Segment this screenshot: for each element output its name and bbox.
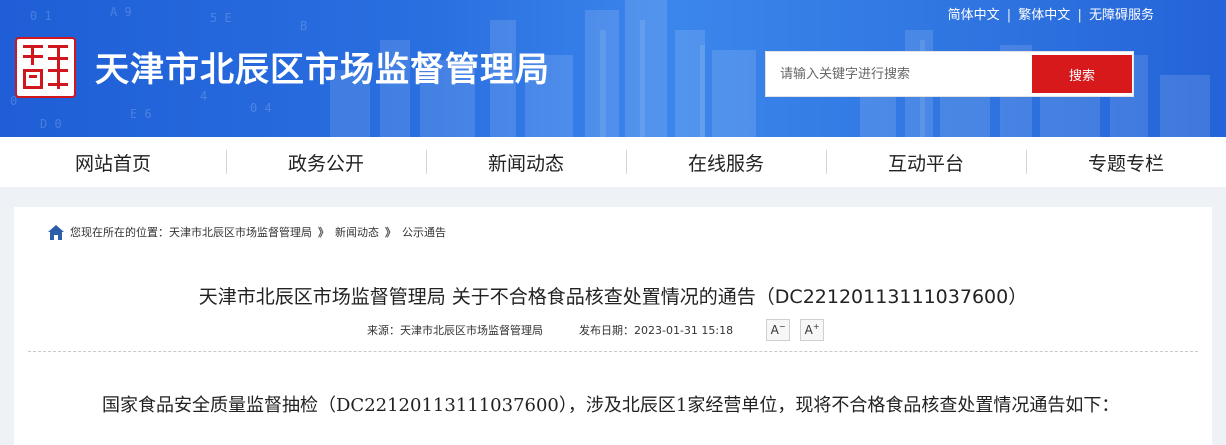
article-card: 您现在所在的位置： 天津市北辰区市场监督管理局 》 新闻动态 》 公示通告 天津… (14, 207, 1212, 445)
svg-text:0 1: 0 1 (30, 9, 52, 23)
font-increase-button[interactable]: A + (800, 319, 825, 341)
svg-text:4: 4 (200, 89, 207, 103)
divider (28, 351, 1198, 352)
lang-simplified-link[interactable]: 简体中文 (948, 8, 1000, 23)
date-value: 2023-01-31 15:18 (634, 323, 734, 337)
svg-text:D 0: D 0 (40, 117, 62, 131)
main-nav: 网站首页 政务公开 新闻动态 在线服务 互动平台 专题专栏 (0, 137, 1226, 187)
site-logo[interactable] (15, 37, 76, 98)
breadcrumb-separator: 》 (385, 226, 396, 239)
svg-text:5 E: 5 E (210, 11, 232, 25)
svg-text:E 6: E 6 (130, 107, 152, 121)
nav-item-online-services[interactable]: 在线服务 (626, 137, 826, 187)
search-box: 搜索 (765, 51, 1134, 97)
article-title: 天津市北辰区市场监督管理局 关于不合格食品核查处置情况的通告（DC2212011… (198, 286, 1028, 308)
site-title[interactable]: 天津市北辰区市场监督管理局 (95, 42, 550, 91)
svg-text:A 9: A 9 (110, 5, 132, 19)
breadcrumb-prefix: 您现在所在的位置： (70, 226, 169, 239)
article-meta: 来源： 天津市北辰区市场监督管理局 发布日期： 2023-01-31 15:18… (367, 319, 825, 341)
lang-separator: | (1006, 8, 1012, 23)
language-links: 简体中文 | 繁体中文 | 无障碍服务 (948, 4, 1154, 23)
lang-traditional-link[interactable]: 繁体中文 (1018, 8, 1070, 23)
breadcrumb: 您现在所在的位置： 天津市北辰区市场监督管理局 》 新闻动态 》 公示通告 (47, 223, 446, 241)
breadcrumb-item-home[interactable]: 天津市北辰区市场监督管理局 (169, 224, 312, 240)
svg-text:0 4: 0 4 (250, 101, 272, 115)
date-label: 发布日期： (579, 324, 634, 337)
svg-text:B: B (300, 19, 307, 33)
nav-item-government-affairs[interactable]: 政务公开 (226, 137, 426, 187)
search-button[interactable]: 搜索 (1032, 55, 1132, 93)
accessibility-link[interactable]: 无障碍服务 (1089, 8, 1154, 23)
nav-item-interaction[interactable]: 互动平台 (826, 137, 1026, 187)
lang-separator: | (1077, 8, 1082, 23)
breadcrumb-separator: 》 (318, 226, 329, 239)
nav-item-news[interactable]: 新闻动态 (426, 137, 626, 187)
nav-item-special-topics[interactable]: 专题专栏 (1026, 137, 1226, 187)
home-icon (48, 224, 64, 240)
source-value: 天津市北辰区市场监督管理局 (400, 324, 543, 337)
breadcrumb-item-news[interactable]: 新闻动态 (335, 224, 379, 240)
breadcrumb-item-announcements[interactable]: 公示通告 (402, 224, 446, 240)
source-label: 来源： (367, 324, 400, 337)
font-decrease-button[interactable]: A − (766, 319, 791, 341)
nav-item-home[interactable]: 网站首页 (0, 137, 226, 187)
article-body: 国家食品安全质量监督抽检（DC22120113111037600），涉及北辰区1… (102, 395, 1120, 416)
header-banner: 0 1A 95 E D 0E 60 4 B40 天津市北辰区市场监督管理局 简体… (0, 0, 1226, 137)
search-input[interactable] (766, 52, 1032, 96)
